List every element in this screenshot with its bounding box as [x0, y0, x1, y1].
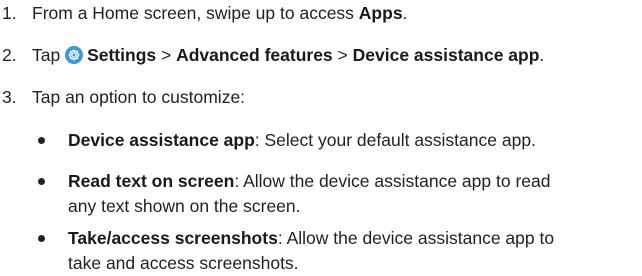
option-term: Read text on screen	[68, 171, 235, 191]
option-term: Device assistance app	[68, 130, 255, 150]
step-text-post: .	[402, 3, 408, 23]
bullet-dot	[38, 137, 45, 144]
bullet-dot	[38, 178, 45, 185]
step-text-pre: From a Home screen, swipe up to access	[32, 3, 359, 23]
option-line-1: Take/access screenshots: Allow the devic…	[68, 226, 640, 251]
option-text: Take/access screenshots: Allow the devic…	[68, 226, 640, 276]
option-text: Read text on screen: Allow the device as…	[68, 169, 640, 219]
step-text: From a Home screen, swipe up to access A…	[32, 2, 407, 24]
step-text-pre: Tap	[32, 45, 66, 65]
advanced-features-label: Advanced features	[176, 45, 333, 65]
option-line-1: Device assistance app: Select your defau…	[68, 128, 640, 153]
step-number: 1.	[2, 3, 17, 23]
option-term: Take/access screenshots	[68, 228, 278, 248]
step-number: 3.	[2, 87, 17, 107]
separator: >	[156, 45, 177, 65]
separator: >	[332, 45, 353, 65]
option-line-2: any text shown on the screen.	[68, 196, 301, 216]
option-line-1: Read text on screen: Allow the device as…	[68, 169, 640, 194]
settings-label: Settings	[87, 45, 157, 65]
option-desc: : Select your default assistance app.	[254, 130, 536, 150]
settings-gear-icon	[65, 46, 84, 64]
instructions-page: 1. From a Home screen, swipe up to acces…	[0, 0, 642, 276]
step-text: Tap an option to customize:	[32, 87, 246, 107]
device-assistance-app-label: Device assistance app	[352, 45, 540, 65]
step-text: Tap Settings > Advanced features > Devic…	[32, 44, 544, 66]
apps-label: Apps	[358, 3, 403, 23]
option-desc: : Allow the device assistance app to rea…	[234, 171, 551, 191]
bullet-dot	[38, 235, 45, 242]
option-line-2: take and access screenshots.	[68, 253, 299, 273]
step-text-post: .	[539, 45, 545, 65]
option-text: Device assistance app: Select your defau…	[68, 128, 640, 153]
option-desc: : Allow the device assistance app to	[277, 228, 555, 248]
step-number: 2.	[2, 45, 17, 65]
